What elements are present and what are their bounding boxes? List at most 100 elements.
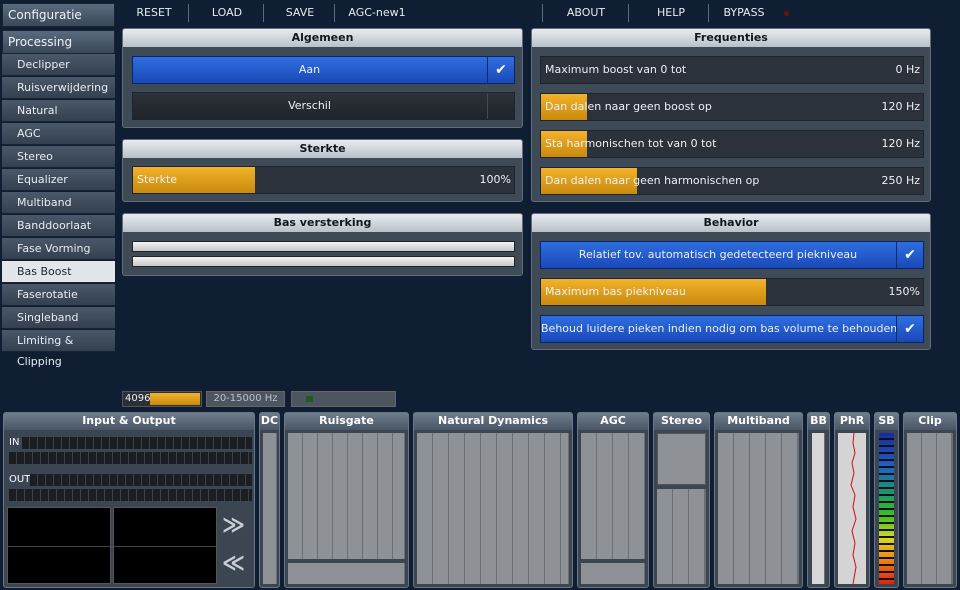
sidebar-item-declipper[interactable]: Declipper	[2, 54, 115, 76]
meter-title-io: Input & Output	[4, 413, 254, 430]
sterkte-label: Sterkte	[137, 173, 178, 186]
menu-separator	[708, 4, 709, 22]
meter-title-stereo: Stereo	[654, 413, 709, 430]
sidebar-item-fase-vorming[interactable]: Fase Vorming	[2, 238, 115, 260]
bas-versterking-bar-1[interactable]	[132, 241, 515, 252]
meter-sb: SB	[874, 412, 899, 588]
panel-title-bas-versterking: Bas versterking	[123, 214, 522, 232]
behoud-toggle[interactable]: Behoud luidere pieken indien nodig om ba…	[540, 315, 924, 343]
bas-versterking-bar-2[interactable]	[132, 256, 515, 267]
frequency-range: 20-15000 Hz	[206, 391, 285, 407]
panel-title-behavior: Behavior	[532, 214, 930, 232]
frequentie-label: Dan dalen naar geen harmonischen op	[545, 174, 760, 187]
help-button[interactable]: HELP	[648, 0, 694, 26]
meter-title-sb: SB	[875, 413, 898, 430]
frequentie-row-max-boost[interactable]: Maximum boost van 0 tot 0 Hz	[540, 56, 924, 84]
frequentie-value: 120 Hz	[881, 100, 920, 113]
check-icon: ✔	[896, 316, 923, 342]
aan-toggle[interactable]: Aan ✔	[132, 56, 515, 84]
meter-columns	[288, 433, 405, 559]
frequentie-row-dalen-boost[interactable]: Dan dalen naar geen boost op 120 Hz	[540, 93, 924, 121]
meter-footer	[288, 563, 405, 584]
panel-frequenties: Frequenties Maximum boost van 0 tot 0 Hz…	[531, 28, 931, 202]
menu-separator	[628, 4, 629, 22]
meter-footer	[581, 563, 645, 584]
frequentie-value: 120 Hz	[881, 137, 920, 150]
top-menu: RESET LOAD SAVE AGC-new1 ABOUT HELP BYPA…	[118, 0, 960, 26]
collapse-left-icon[interactable]: ≪	[222, 551, 245, 576]
meter-title-phr: PhR	[835, 413, 869, 430]
meter-dc: DC	[259, 412, 280, 588]
menu-separator	[542, 4, 543, 22]
behoud-label: Behoud luidere pieken indien nodig om ba…	[541, 322, 898, 335]
frequentie-value: 250 Hz	[881, 174, 920, 187]
expand-right-icon[interactable]: ≫	[222, 513, 245, 538]
panel-algemeen: Algemeen Aan ✔ Verschil	[122, 28, 523, 128]
maximum-bas-label: Maximum bas piekniveau	[545, 285, 686, 298]
bypass-led-icon	[784, 11, 789, 16]
frequentie-label: Sta harmonischen tot van 0 tot	[545, 137, 717, 150]
preset-name: AGC-new1	[348, 6, 406, 19]
phr-graph	[838, 433, 866, 584]
meter-title-natural-dynamics: Natural Dynamics	[414, 413, 572, 430]
panel-sterkte: Sterkte Sterkte 100%	[122, 139, 523, 202]
sidebar-item-multiband[interactable]: Multiband	[2, 192, 115, 214]
meter-bb: BB	[807, 412, 830, 588]
save-button[interactable]: SAVE	[276, 0, 324, 26]
sidebar-item-equalizer[interactable]: Equalizer	[2, 169, 115, 191]
relatief-label: Relatief tov. automatisch gedetecteerd p…	[578, 248, 858, 261]
out-meter-left	[30, 474, 252, 486]
meter-input-output: Input & Output IN OUT ≫ ≪	[3, 412, 255, 588]
frequentie-label: Maximum boost van 0 tot	[545, 63, 687, 76]
about-button[interactable]: ABOUT	[558, 0, 614, 26]
meter-phr: PhR	[834, 412, 870, 588]
meter-title-clip: Clip	[904, 413, 956, 430]
sidebar-item-natural-dynamics[interactable]: Natural Dynamics	[2, 100, 115, 138]
panel-title-frequenties: Frequenties	[532, 29, 930, 47]
panel-bas-versterking: Bas versterking	[122, 213, 523, 276]
sidebar-item-banddoorlaat[interactable]: Banddoorlaat	[2, 215, 115, 237]
reset-button[interactable]: RESET	[128, 0, 180, 26]
frequentie-row-harmonischen[interactable]: Sta harmonischen tot van 0 tot 120 Hz	[540, 130, 924, 158]
bypass-button[interactable]: BYPASS	[720, 0, 768, 26]
meter-clip: Clip	[903, 412, 957, 588]
sidebar-item-ruisverwijdering[interactable]: Ruisverwijdering	[2, 77, 115, 99]
out-label: OUT	[9, 474, 31, 485]
meter-stereo: Stereo	[653, 412, 710, 588]
verschil-toggle[interactable]: Verschil	[132, 92, 515, 120]
meter-columns	[907, 433, 953, 584]
sterkte-slider[interactable]: Sterkte 100%	[132, 166, 515, 194]
meter-columns	[657, 489, 706, 584]
relatief-toggle[interactable]: Relatief tov. automatisch gedetecteerd p…	[540, 241, 924, 269]
in-label: IN	[9, 437, 20, 448]
meter-title-bb: BB	[808, 413, 829, 430]
menu-separator	[334, 4, 335, 22]
menu-separator	[188, 4, 189, 22]
sidebar-processing[interactable]: Processing	[2, 30, 115, 54]
frequentie-label: Dan dalen naar geen boost op	[545, 100, 712, 113]
meter-column	[812, 433, 825, 584]
sidebar-item-bas-boost[interactable]: Bas Boost	[2, 261, 115, 283]
in-meter-right	[9, 452, 252, 464]
meter-ruisgate: Ruisgate	[284, 412, 409, 588]
out-meter-right	[9, 489, 252, 501]
maximum-bas-piekniveau-slider[interactable]: Maximum bas piekniveau 150%	[540, 278, 924, 306]
check-icon: ✔	[896, 242, 923, 268]
meter-title-agc: AGC	[578, 413, 648, 430]
meter-column	[263, 433, 277, 584]
frequentie-row-dalen-harmonischen[interactable]: Dan dalen naar geen harmonischen op 250 …	[540, 167, 924, 195]
meter-natural-dynamics: Natural Dynamics	[413, 412, 573, 588]
sidebar-item-stereo[interactable]: Stereo	[2, 146, 115, 168]
meter-title-ruisgate: Ruisgate	[285, 413, 408, 430]
signal-led-icon	[306, 396, 313, 402]
stereo-field	[657, 433, 706, 485]
meter-agc: AGC	[577, 412, 649, 588]
meter-columns	[417, 433, 569, 584]
sidebar-item-agc[interactable]: AGC	[2, 123, 115, 145]
sidebar-item-faserotatie[interactable]: Faserotatie	[2, 284, 115, 306]
sidebar-item-singleband[interactable]: Singleband	[2, 307, 115, 329]
sidebar-configuratie[interactable]: Configuratie	[2, 3, 115, 27]
sterkte-value: 100%	[479, 173, 511, 186]
sidebar-item-limiting-clipping[interactable]: Limiting & Clipping	[2, 330, 115, 368]
load-button[interactable]: LOAD	[202, 0, 252, 26]
